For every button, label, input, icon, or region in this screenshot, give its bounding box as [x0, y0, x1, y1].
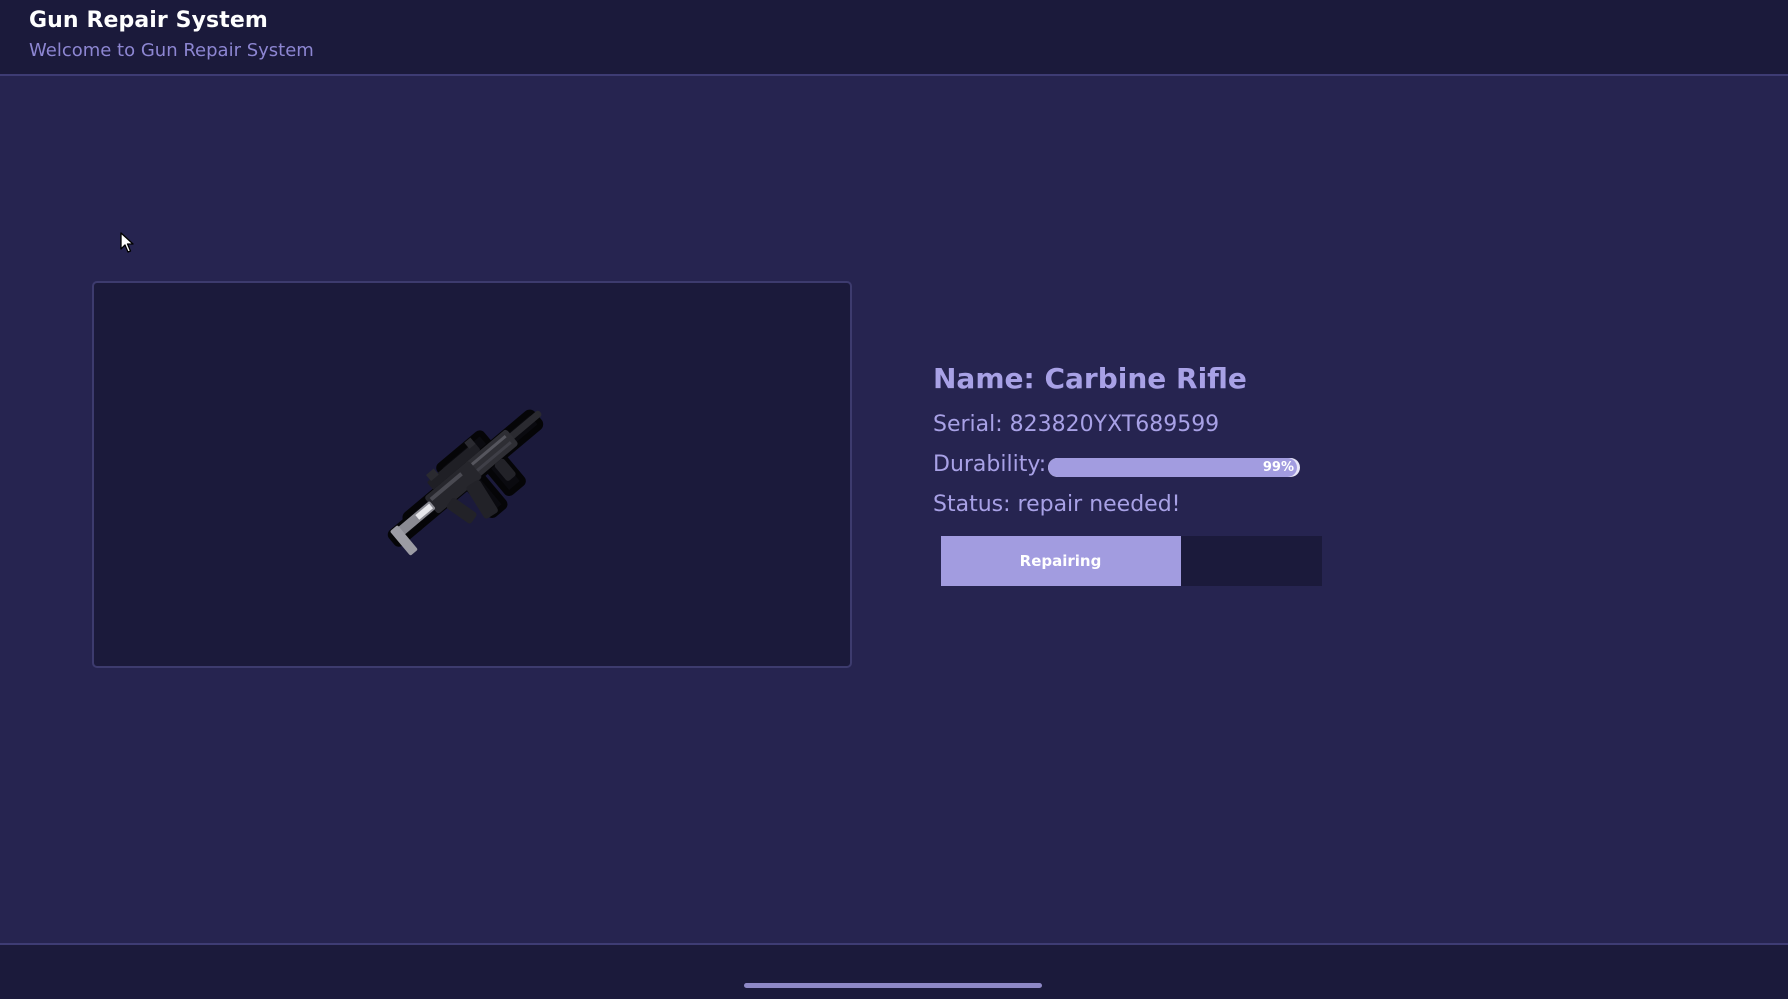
app-title: Gun Repair System — [29, 8, 268, 33]
scroll-handle[interactable] — [744, 983, 1042, 988]
durability-label: Durability: — [933, 452, 1047, 477]
app-subtitle: Welcome to Gun Repair System — [29, 40, 314, 61]
weapon-serial: Serial: 823820YXT689599 — [933, 412, 1220, 437]
weapon-name: Name: Carbine Rifle — [933, 362, 1247, 395]
mouse-cursor-icon — [120, 232, 134, 253]
weapon-status: Status: repair needed! — [933, 492, 1181, 517]
app-header: Gun Repair System Welcome to Gun Repair … — [0, 0, 1788, 76]
rifle-icon — [387, 409, 544, 556]
durability-bar: 99% — [1048, 458, 1300, 477]
durability-fill — [1048, 458, 1298, 477]
repair-label: Repairing — [1019, 552, 1102, 570]
repair-progress-button[interactable]: Repairing — [941, 536, 1322, 586]
durability-percent: 99% — [1262, 460, 1294, 475]
footer-bar — [0, 943, 1788, 999]
weapon-image-panel — [92, 281, 852, 668]
